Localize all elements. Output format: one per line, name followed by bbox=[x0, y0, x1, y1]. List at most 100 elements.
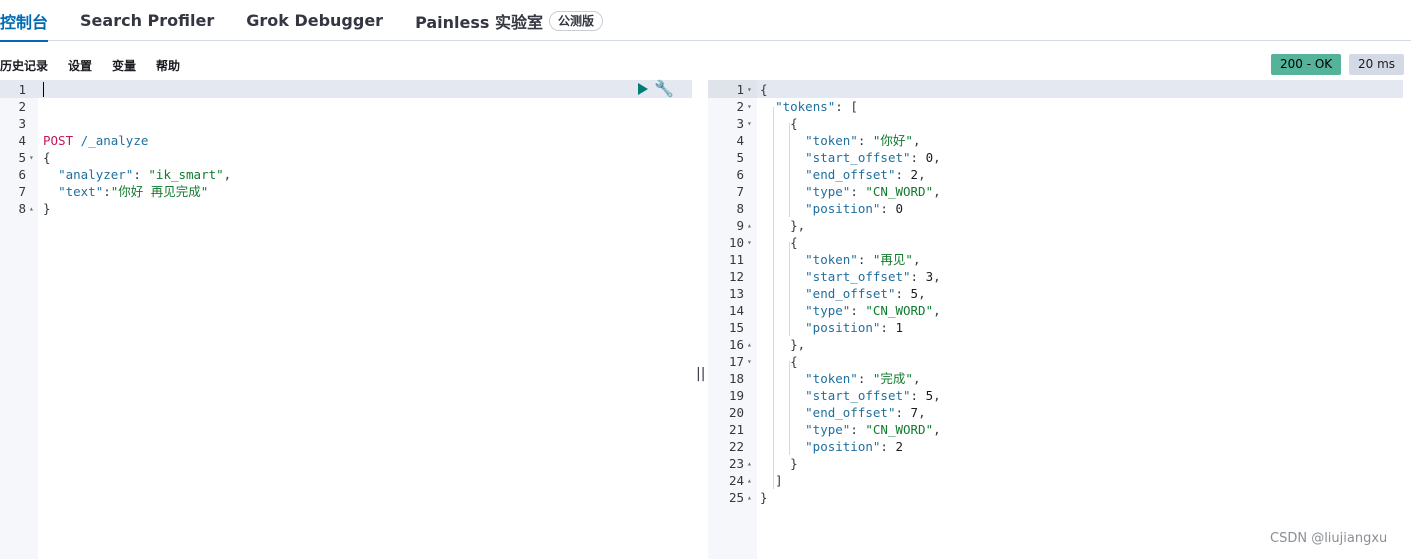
code-line: 22 "position": 2 bbox=[708, 438, 1403, 455]
tab-search-profiler-label: Search Profiler bbox=[80, 11, 215, 30]
line-number: 19 bbox=[728, 388, 744, 403]
code-text: }, bbox=[790, 337, 806, 352]
code-text: "position": 0 bbox=[805, 201, 904, 216]
fold-toggle-icon[interactable]: ▾ bbox=[747, 234, 752, 251]
fold-toggle-icon[interactable]: ▴ bbox=[747, 455, 752, 472]
code-line: 3 ▾ { bbox=[708, 115, 1403, 132]
help-button[interactable]: 帮助 bbox=[156, 57, 180, 74]
code-text: "start_offset": 5, bbox=[805, 388, 941, 403]
line-number: 14 bbox=[728, 303, 744, 318]
line-number: 12 bbox=[728, 269, 744, 284]
line-number: 8 bbox=[18, 201, 26, 216]
code-text: { bbox=[790, 116, 798, 131]
fold-toggle-icon[interactable]: ▴ bbox=[747, 489, 752, 506]
fold-toggle-icon[interactable]: ▴ bbox=[747, 472, 752, 489]
code-text: "token": "你好", bbox=[805, 133, 921, 148]
code-line: 23 ▴ } bbox=[708, 455, 1403, 472]
code-line: 4 POST /_analyze bbox=[0, 132, 692, 149]
code-line: 17 ▾ { bbox=[708, 353, 1403, 370]
fold-toggle-icon[interactable]: ▾ bbox=[747, 81, 752, 98]
code-text: "start_offset": 0, bbox=[805, 150, 941, 165]
code-line: 18 "token": "完成", bbox=[708, 370, 1403, 387]
line-number: 4 bbox=[18, 133, 26, 148]
text-cursor bbox=[43, 82, 44, 97]
code-text: ] bbox=[775, 473, 783, 488]
request-actions: 🔧 bbox=[638, 81, 674, 97]
response-editor: 1 ▾{2 ▾ "tokens": [3 ▾ {4 "token": "你好", 5 "… bbox=[708, 80, 1403, 559]
code-text: POST /_analyze bbox=[43, 133, 149, 148]
tab-grok-debugger-label: Grok Debugger bbox=[246, 11, 384, 30]
line-number: 8 bbox=[736, 201, 744, 216]
code-text: "token": "再见", bbox=[805, 252, 921, 267]
code-text: } bbox=[43, 201, 51, 216]
code-text: }, bbox=[790, 218, 806, 233]
code-text: "start_offset": 3, bbox=[805, 269, 941, 284]
code-line: 24 ▴ ] bbox=[708, 472, 1403, 489]
fold-toggle-icon[interactable]: ▴ bbox=[747, 217, 752, 234]
line-number: 4 bbox=[736, 133, 744, 148]
code-text: "text":"你好 再见完成" bbox=[58, 184, 209, 199]
code-line: 16 ▴ }, bbox=[708, 336, 1403, 353]
settings-button[interactable]: 设置 bbox=[68, 57, 92, 74]
line-number: 10 bbox=[728, 235, 744, 250]
request-editor[interactable]: 1 2 3 4 POST /_analyze 5 ▾ {6 "analyzer": "ik_s… bbox=[0, 80, 692, 559]
line-number: 15 bbox=[728, 320, 744, 335]
tab-console[interactable]: 控制台 bbox=[0, 0, 49, 42]
code-line: 19 "start_offset": 5, bbox=[708, 387, 1403, 404]
code-line: 14 "type": "CN_WORD", bbox=[708, 302, 1403, 319]
tab-painless-lab[interactable]: Painless 实验室 公测版 bbox=[415, 0, 604, 41]
variables-button[interactable]: 变量 bbox=[112, 57, 136, 74]
top-tabs: 控制台 Search Profiler Grok Debugger Painle… bbox=[0, 0, 1411, 42]
console-toolbar: 历史记录 设置 变量 帮助 200 - OK 20 ms bbox=[0, 52, 1411, 78]
tab-console-label: 控制台 bbox=[0, 12, 49, 32]
code-line: 20 "end_offset": 7, bbox=[708, 404, 1403, 421]
code-line: 6 "end_offset": 2, bbox=[708, 166, 1403, 183]
code-line: 4 "token": "你好", bbox=[708, 132, 1403, 149]
code-line: 15 "position": 1 bbox=[708, 319, 1403, 336]
wrench-icon[interactable]: 🔧 bbox=[654, 81, 674, 97]
fold-toggle-icon[interactable]: ▾ bbox=[747, 353, 752, 370]
line-number: 13 bbox=[728, 286, 744, 301]
code-text: "end_offset": 5, bbox=[805, 286, 926, 301]
code-line: 13 "end_offset": 5, bbox=[708, 285, 1403, 302]
watermark: CSDN @liujiangxu bbox=[1270, 531, 1388, 546]
fold-toggle-icon[interactable]: ▾ bbox=[29, 149, 34, 166]
code-text: } bbox=[760, 490, 768, 505]
play-icon[interactable] bbox=[638, 83, 648, 95]
line-number: 6 bbox=[18, 167, 26, 182]
code-text: { bbox=[790, 235, 798, 250]
code-text: "token": "完成", bbox=[805, 371, 921, 386]
pane-resizer[interactable]: || bbox=[696, 366, 705, 382]
code-text: } bbox=[790, 456, 798, 471]
fold-toggle-icon[interactable]: ▾ bbox=[747, 115, 752, 132]
line-number: 2 bbox=[736, 99, 744, 114]
line-number: 2 bbox=[18, 99, 26, 114]
line-number: 1 bbox=[736, 82, 744, 97]
code-text: { bbox=[43, 150, 51, 165]
fold-toggle-icon[interactable]: ▴ bbox=[29, 200, 34, 217]
code-text: "analyzer": "ik_smart", bbox=[58, 167, 232, 182]
line-number: 18 bbox=[728, 371, 744, 386]
beta-badge: 公测版 bbox=[549, 10, 604, 31]
code-line: 25 ▴} bbox=[708, 489, 1403, 506]
line-number: 5 bbox=[18, 150, 26, 165]
line-number: 24 bbox=[728, 473, 744, 488]
history-button[interactable]: 历史记录 bbox=[0, 57, 48, 74]
line-number: 5 bbox=[736, 150, 744, 165]
code-text: "type": "CN_WORD", bbox=[805, 184, 941, 199]
fold-toggle-icon[interactable]: ▾ bbox=[747, 98, 752, 115]
code-line: 10 ▾ { bbox=[708, 234, 1403, 251]
line-number: 16 bbox=[728, 337, 744, 352]
tab-grok-debugger[interactable]: Grok Debugger bbox=[246, 0, 383, 41]
code-text: "position": 1 bbox=[805, 320, 904, 335]
code-text: { bbox=[790, 354, 798, 369]
line-number: 1 bbox=[18, 82, 26, 97]
code-line: 7 "type": "CN_WORD", bbox=[708, 183, 1403, 200]
code-line: 11 "token": "再见", bbox=[708, 251, 1403, 268]
fold-toggle-icon[interactable]: ▴ bbox=[747, 336, 752, 353]
code-line: 6 "analyzer": "ik_smart", bbox=[0, 166, 692, 183]
code-text: "type": "CN_WORD", bbox=[805, 422, 941, 437]
line-number: 7 bbox=[736, 184, 744, 199]
tab-search-profiler[interactable]: Search Profiler bbox=[80, 0, 214, 41]
line-number: 20 bbox=[728, 405, 744, 420]
